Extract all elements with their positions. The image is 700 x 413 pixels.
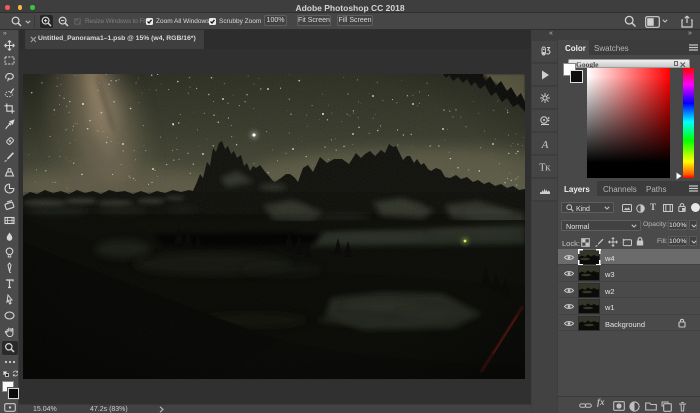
svg-text:Tᴋ: Tᴋ — [539, 163, 551, 174]
svg-text:A: A — [541, 139, 549, 151]
